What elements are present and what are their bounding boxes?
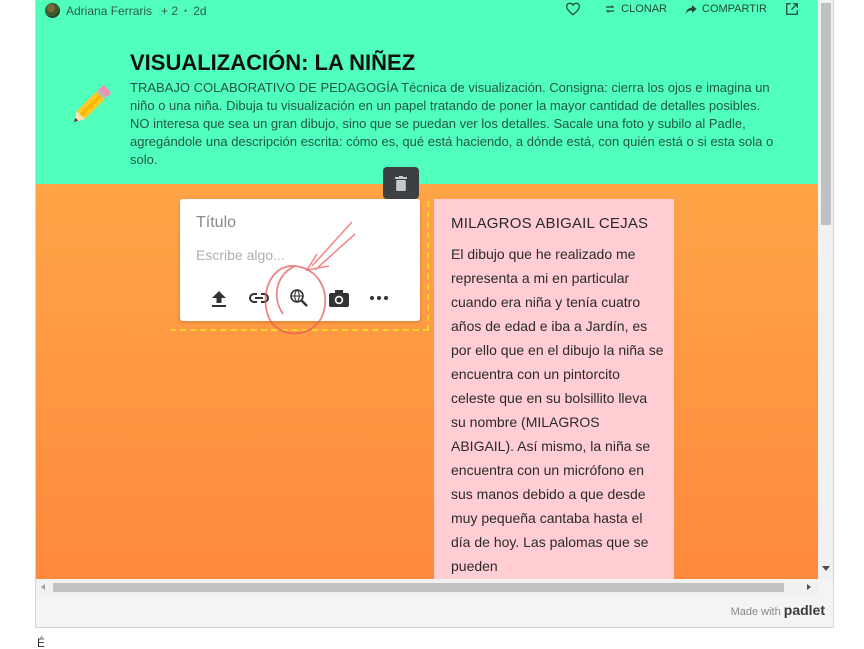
padlet-embed-frame: Adriana Ferraris + 2 • 2d CLONAR COMPART…	[35, 0, 834, 628]
padlet-brand: padlet	[783, 602, 825, 618]
upload-button[interactable]	[208, 287, 230, 309]
camera-icon	[329, 289, 349, 307]
post-body: El dibujo que he realizado me representa…	[451, 246, 664, 574]
clone-label: CLONAR	[621, 3, 667, 15]
external-link-icon	[786, 3, 798, 15]
heart-icon	[566, 2, 581, 16]
delete-post-button[interactable]	[383, 167, 419, 199]
scroll-left-arrow-icon[interactable]	[41, 584, 45, 590]
author-info[interactable]: Adriana Ferraris + 2 • 2d	[45, 3, 207, 18]
post-title-input[interactable]: Título	[196, 214, 236, 232]
horizontal-scroll-thumb[interactable]	[53, 583, 784, 592]
author-name[interactable]: Adriana Ferraris	[66, 4, 152, 18]
scroll-down-arrow-icon[interactable]	[822, 566, 830, 571]
made-with-label: Made with	[730, 606, 781, 618]
contributors-count[interactable]: + 2	[161, 4, 178, 18]
more-options-button[interactable]	[368, 287, 390, 309]
clone-button[interactable]: CLONAR	[604, 3, 667, 15]
globe-search-icon	[290, 289, 308, 307]
upload-icon	[212, 290, 226, 307]
board-title: VISUALIZACIÓN: LA NIÑEZ	[130, 50, 416, 75]
board-age: 2d	[193, 3, 207, 18]
page-text-below: É	[37, 636, 46, 649]
new-post-composer[interactable]: Título Escribe algo...	[180, 199, 420, 321]
pencil-icon	[73, 85, 111, 123]
horizontal-scrollbar[interactable]	[36, 579, 818, 596]
post-title: MILAGROS ABIGAIL CEJAS	[451, 215, 649, 232]
open-external-button[interactable]	[785, 2, 804, 16]
link-button[interactable]	[248, 287, 270, 309]
like-button[interactable]	[565, 2, 586, 16]
attachment-toolbar	[208, 287, 390, 309]
scroll-right-arrow-icon[interactable]	[807, 584, 811, 590]
vertical-scrollbar[interactable]	[818, 0, 833, 579]
trash-icon	[395, 175, 407, 191]
padlet-board[interactable]: Adriana Ferraris + 2 • 2d CLONAR COMPART…	[36, 0, 818, 579]
web-search-button[interactable]	[288, 287, 310, 309]
share-button[interactable]: COMPARTIR	[685, 3, 767, 15]
board-description: TRABAJO COLABORATIVO DE PEDAGOGÍA Técnic…	[130, 80, 774, 167]
author-avatar	[45, 3, 60, 18]
camera-button[interactable]	[328, 287, 350, 309]
link-icon	[249, 293, 269, 303]
separator-dot: •	[184, 5, 188, 16]
remix-icon	[605, 5, 615, 13]
more-dots-icon	[370, 296, 388, 300]
vertical-scroll-thumb[interactable]	[821, 3, 831, 225]
made-with-padlet-link[interactable]: Made with padlet	[731, 602, 825, 618]
board-topbar: Adriana Ferraris + 2 • 2d CLONAR COMPART…	[36, 0, 818, 22]
post-body-input[interactable]: Escribe algo...	[196, 247, 285, 263]
share-arrow-icon	[685, 4, 697, 14]
board-actions: CLONAR COMPARTIR	[547, 2, 804, 16]
post-card[interactable]: MILAGROS ABIGAIL CEJAS El dibujo que he …	[434, 199, 674, 579]
board-header: Adriana Ferraris + 2 • 2d CLONAR COMPART…	[36, 0, 818, 184]
share-label: COMPARTIR	[702, 3, 767, 15]
